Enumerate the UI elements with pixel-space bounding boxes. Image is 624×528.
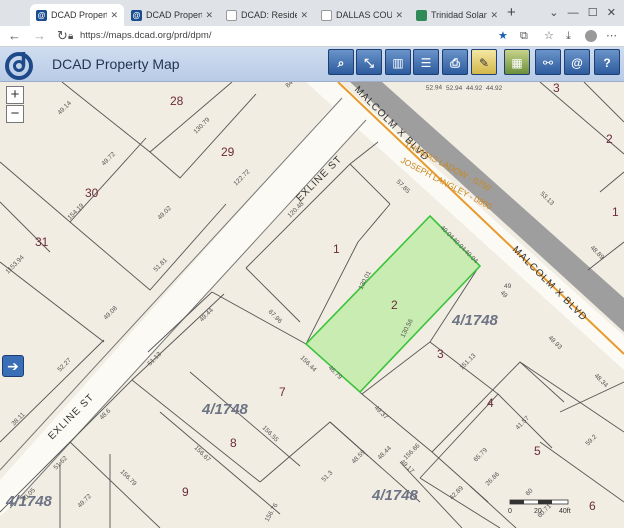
notepad-icon: ✎	[478, 56, 490, 70]
help-icon: ?	[603, 56, 611, 70]
lot-number: 8	[230, 436, 237, 450]
list-icon: ☰	[420, 56, 432, 70]
dcad-icon: @	[131, 9, 142, 21]
lot-number: 30	[85, 186, 99, 200]
map-tool-button[interactable]: ▦	[504, 49, 530, 75]
tab-label: DALLAS COUNTY,	[336, 10, 393, 20]
lot-number: 1	[612, 205, 619, 219]
zoom-in-button[interactable]: +	[6, 86, 24, 104]
close-icon[interactable]: ✕	[487, 10, 504, 21]
layers-icon: ▥	[392, 56, 404, 70]
expand-panel-arrow-icon[interactable]: ➔	[2, 355, 24, 377]
downloads-icon[interactable]: ⤓	[566, 29, 571, 43]
share-tool-button[interactable]: ⚯	[535, 49, 561, 75]
select-tool-button[interactable]: ⤡	[356, 49, 382, 75]
back-button[interactable]: ←	[8, 28, 21, 44]
zoom-out-button[interactable]: −	[6, 105, 24, 123]
lot-number: 2	[391, 298, 398, 312]
dimension-label: 44.92	[486, 85, 503, 92]
help-tool-button[interactable]: ?	[594, 49, 620, 75]
magnifier-icon: ⌕	[337, 56, 345, 70]
dimension-label: 44.92	[466, 85, 483, 92]
parcel-map[interactable]: EXLINE ST EXLINE ST MALCOLM X BLVD MALCO…	[0, 82, 624, 528]
layers-tool-button[interactable]: ▥	[385, 49, 411, 75]
list-tool-button[interactable]: ☰	[413, 49, 439, 75]
close-icon[interactable]: ✕	[392, 10, 409, 21]
lot-number: 6	[589, 499, 596, 513]
lot-number: 2	[606, 132, 613, 146]
zoom-tool-button[interactable]: ⌕	[328, 49, 354, 75]
window-controls[interactable]: ⌄ — ☐ ✕	[549, 6, 616, 19]
tab-dcad-map-2[interactable]: @ DCAD Property Ma ✕	[125, 4, 219, 26]
map-canvas[interactable]: EXLINE ST EXLINE ST MALCOLM X BLVD MALCO…	[0, 82, 624, 528]
at-sign-icon: @	[571, 56, 583, 70]
block-label: 4/1748	[371, 487, 419, 504]
select-icon: ⤡	[364, 56, 374, 70]
forward-button[interactable]: →	[33, 28, 46, 44]
app-title: DCAD Property Map	[52, 56, 180, 72]
address-bar: ← → ↻ 🔒︎ https://maps.dcad.org/prd/dpm/ …	[0, 26, 624, 47]
lot-number: 3	[437, 347, 444, 361]
tab-dcad-residential[interactable]: DCAD: Residentia ✕	[220, 4, 314, 26]
refresh-button[interactable]: ↻	[57, 28, 68, 44]
scale-label: 20	[534, 508, 542, 515]
tab-label: DCAD: Residentia	[241, 10, 298, 20]
lot-number: 3	[553, 82, 560, 95]
tab-label: DCAD Property Ma	[146, 10, 202, 20]
browser-tab-bar: @ DCAD Property Ma ✕ @ DCAD Property Ma …	[0, 0, 624, 26]
avatar[interactable]	[585, 30, 597, 42]
lot-number: 28	[170, 94, 184, 108]
close-icon[interactable]: ✕	[202, 10, 219, 21]
dimension-label: 52.94	[426, 84, 443, 92]
grid-map-icon: ▦	[511, 56, 523, 70]
block-label: 4/1748	[201, 401, 249, 418]
more-menu-icon[interactable]: ⋯	[606, 29, 617, 43]
close-icon[interactable]: ✕	[107, 10, 124, 21]
share-icon: ⚯	[542, 56, 554, 70]
dimension-label: 49	[504, 283, 512, 290]
block-label: 4/1748	[451, 312, 499, 329]
dcad-icon: @	[36, 9, 47, 21]
notes-tool-button[interactable]: ✎	[471, 49, 497, 75]
app-header: DCAD Property Map ⌕ ⤡ ▥ ☰ ⎙ ✎ ▦ ⚯ @ ?	[0, 47, 624, 82]
tab-dcad-map-1[interactable]: @ DCAD Property Ma ✕	[30, 4, 124, 26]
email-tool-button[interactable]: @	[564, 49, 590, 75]
scale-label: 0	[508, 508, 512, 515]
new-tab-button[interactable]: +	[507, 4, 516, 22]
collections-icon[interactable]: ⧉	[520, 29, 528, 43]
tree-icon	[416, 9, 427, 21]
page-icon	[226, 9, 237, 21]
printer-icon: ⎙	[450, 56, 460, 70]
tab-label: DCAD Property Ma	[51, 10, 107, 20]
lot-number: 31	[35, 235, 49, 249]
scale-label: 40ft	[559, 508, 571, 515]
dimension-label: 52.94	[446, 85, 463, 92]
close-icon[interactable]: ✕	[297, 10, 314, 21]
favorite-star-icon[interactable]: ★	[498, 29, 508, 43]
tab-dallas-county[interactable]: DALLAS COUNTY, ✕	[315, 4, 409, 26]
lock-icon[interactable]: 🔒︎	[68, 29, 73, 45]
lot-number: 7	[279, 385, 286, 399]
page-icon	[321, 9, 332, 21]
print-tool-button[interactable]: ⎙	[442, 49, 468, 75]
url-field[interactable]: https://maps.dcad.org/prd/dpm/	[80, 28, 500, 43]
lot-number: 5	[534, 444, 541, 458]
tab-label: Trinidad Solano -	[431, 10, 488, 20]
lot-number: 29	[221, 145, 235, 159]
tab-trinidad-solano[interactable]: Trinidad Solano - ✕	[410, 4, 504, 26]
favorites-icon[interactable]: ☆	[544, 29, 554, 43]
dcad-logo	[5, 52, 33, 80]
lot-number: 9	[182, 485, 189, 499]
lot-number: 4	[487, 396, 494, 410]
lot-number: 1	[333, 242, 340, 256]
